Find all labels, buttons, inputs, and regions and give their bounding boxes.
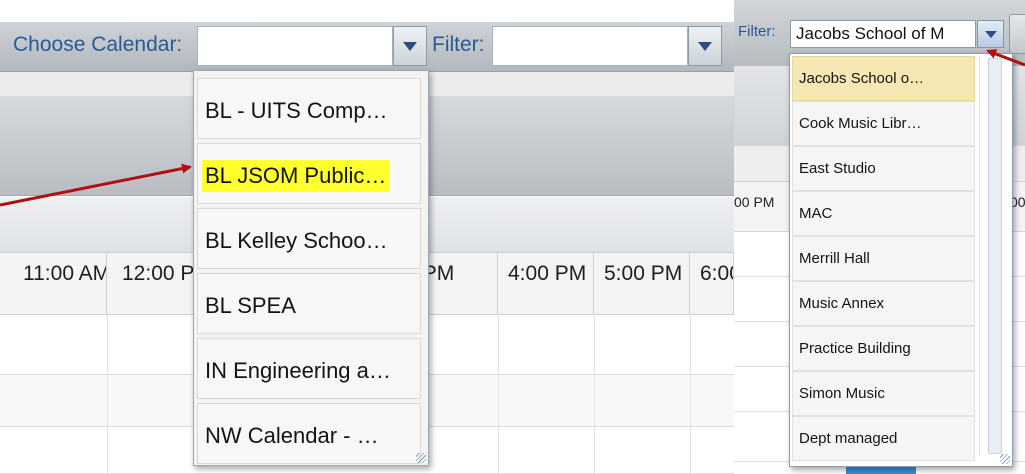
filter-dropdown-button[interactable] [977,20,1004,48]
time-header-cell: 4:00 PM [498,253,594,315]
choose-calendar-label: Choose Calendar: [13,33,183,56]
toolbar-button-partial[interactable] [1009,14,1025,54]
filter-option[interactable]: Practice Building [792,326,975,371]
choose-calendar-input[interactable] [197,26,393,66]
filter-input[interactable] [492,26,688,66]
calendar-option-label: BL Kelley Schoo… [205,228,388,253]
time-header-cell: 6:00 PM [690,253,734,315]
filter-option[interactable]: Cook Music Libr… [792,101,975,146]
filter-option-selected[interactable]: Jacobs School o… [792,56,975,101]
calendar-option-label: BL JSOM Public… [202,160,390,192]
calendar-option[interactable]: NW Calendar - … [197,403,421,464]
grid-divider [594,315,595,474]
grid-divider [498,315,499,474]
time-header-cell: 12:00 PM [107,253,198,315]
calendar-option-highlighted[interactable]: BL JSOM Public… [197,143,421,204]
filter-option[interactable]: Merrill Hall [792,236,975,281]
calendar-option-label: BL - UITS Comp… [205,98,388,123]
filter-option[interactable]: East Studio [792,146,975,191]
filter-dropdown-button[interactable] [688,26,722,66]
filter-dropdown-list: Jacobs School o… Cook Music Libr… East S… [789,53,1013,467]
filter-option[interactable]: Music Annex [792,281,975,326]
filter-option[interactable]: Dept managed [792,416,975,461]
chevron-down-icon [984,30,997,38]
chevron-down-icon [403,41,417,51]
calendar-option[interactable]: BL - UITS Comp… [197,78,421,139]
filter-input[interactable]: Jacobs School of M [790,20,976,48]
calendar-panel-left: Choose Calendar: Filter: 11:00 AM 12:00 … [0,0,734,474]
time-header-fragment: 00 PM [734,194,775,210]
calendar-dropdown-list: BL - UITS Comp… BL JSOM Public… BL Kelle… [193,70,429,466]
calendar-option[interactable]: IN Engineering a… [197,338,421,399]
calendar-option[interactable]: BL SPEA [197,273,421,334]
calendar-option-label: NW Calendar - … [205,423,379,448]
filter-label: Filter: [738,23,776,40]
calendar-option-label: BL SPEA [205,293,296,318]
time-header-cell: 11:00 AM [0,253,107,315]
calendar-option-label: IN Engineering a… [205,358,391,383]
scrollbar-thumb[interactable] [988,58,1002,454]
dropdown-scrollbar[interactable] [979,56,1009,456]
time-header-cell: 5:00 PM [594,253,690,315]
grid-divider [690,315,691,474]
choose-calendar-dropdown-button[interactable] [393,26,427,66]
chevron-down-icon [698,41,712,51]
filter-label: Filter: [432,33,485,56]
resize-grip-icon[interactable] [1000,454,1010,464]
resize-grip-icon[interactable] [416,453,426,463]
calendar-toolbar: Choose Calendar: Filter: [0,22,734,72]
grid-divider [107,315,108,474]
filter-panel-right: Filter: Jacobs School of M 00 PM 00 Jaco… [734,0,1025,474]
calendar-option[interactable]: BL Kelley Schoo… [197,208,421,269]
filter-option[interactable]: MAC [792,191,975,236]
filter-option[interactable]: Simon Music [792,371,975,416]
